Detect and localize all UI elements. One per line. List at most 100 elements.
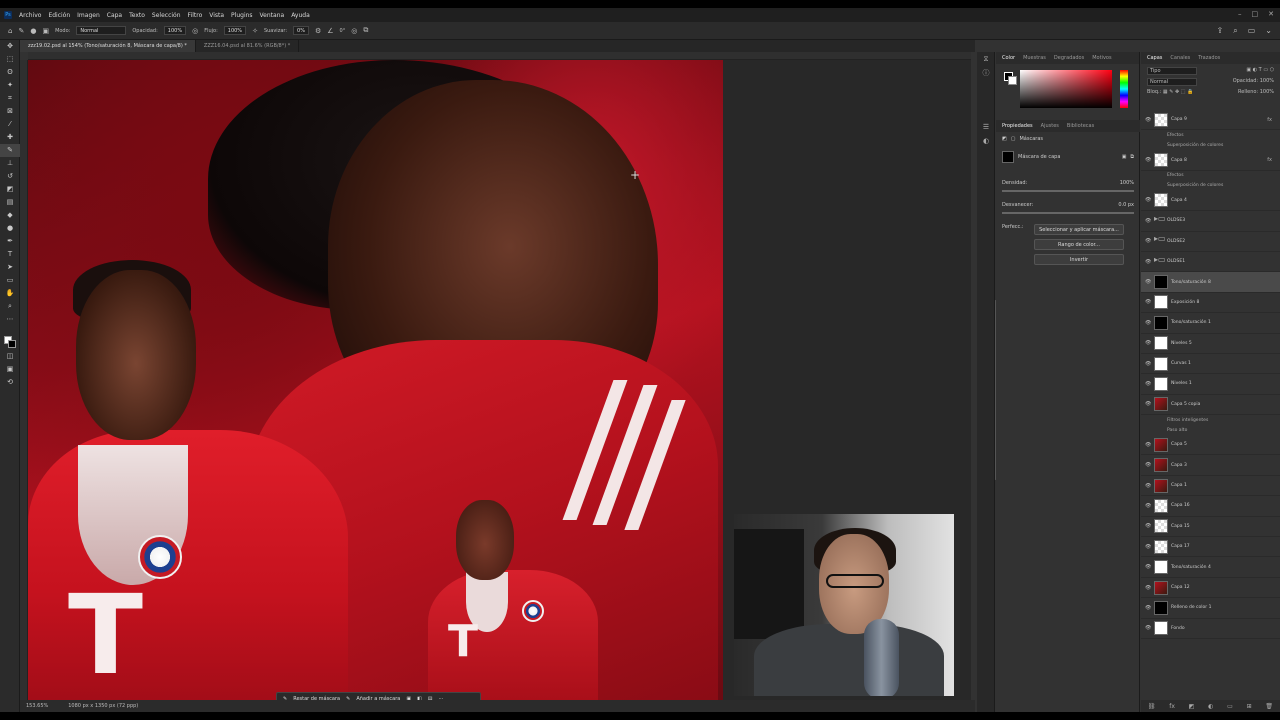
density-value[interactable]: 100% [1120,180,1134,186]
screen-mode-icon[interactable]: ▣ [0,363,20,376]
blur-tool-icon[interactable]: ◆ [0,209,20,222]
layer-thumbnail[interactable] [1154,621,1168,636]
layer-thumbnail[interactable] [1154,478,1168,493]
layer-row[interactable]: 👁 Exposición 8 [1141,293,1280,314]
quick-mask-icon[interactable]: ◫ [0,350,20,363]
visibility-eye-icon[interactable]: 👁 [1145,361,1151,367]
dodge-tool-icon[interactable]: ● [0,222,20,235]
layer-thumbnail[interactable] [1154,560,1168,575]
zoom-level[interactable]: 153.65% [26,703,48,709]
hue-slider[interactable] [1120,70,1128,108]
layer-row[interactable]: 👁 Tono/saturación 4 [1141,557,1280,578]
color-range-button[interactable]: Rango de color... [1034,239,1124,250]
quick-select-tool-icon[interactable]: ✦ [0,79,20,92]
history-panel-icon[interactable]: ⧖ [977,52,995,66]
tab-document-2[interactable]: ZZZ16.04.psd al 81.6% (RGB/8*) * [196,40,300,52]
visibility-eye-icon[interactable]: 👁 [1145,442,1151,448]
layer-row[interactable]: 👁 Capa 16 [1141,496,1280,517]
pressure-size-icon[interactable]: ◎ [351,27,357,35]
layer-style-icon[interactable]: fx [1169,703,1175,710]
visibility-eye-icon[interactable]: 👁 [1145,564,1151,570]
layer-thumbnail[interactable] [1154,437,1168,452]
flow-field[interactable]: 100% [223,26,247,35]
invert-button[interactable]: Invertir [1034,254,1124,265]
layer-row[interactable]: 👁 ▸▭ OLDSE1 [1141,252,1280,273]
visibility-eye-icon[interactable]: 👁 [1145,401,1151,407]
brush-preset-icon[interactable]: ● [30,27,36,35]
layer-thumbnail[interactable] [1154,458,1168,473]
lasso-tool-icon[interactable]: ʘ [0,66,20,79]
crop-tool-icon[interactable]: ⌗ [0,92,20,105]
layer-row[interactable]: 👁 ▸▭ OLDSE2 [1141,232,1280,252]
layer-thumbnail[interactable] [1154,600,1168,615]
layer-effect-item[interactable]: Superposición de colores [1141,181,1280,191]
select-and-mask-button[interactable]: Seleccionar y aplicar máscara... [1034,224,1124,235]
tab-document-1[interactable]: zzz19.02.psd al 154% (Tono/saturación 8,… [20,40,196,52]
tab-propiedades[interactable]: Propiedades [1002,123,1033,129]
visibility-eye-icon[interactable]: 👁 [1145,340,1151,346]
layer-row[interactable]: 👁 Fondo [1141,619,1280,639]
tab-canales[interactable]: Canales [1170,55,1190,61]
layer-thumbnail[interactable] [1154,356,1168,371]
background-color-chip[interactable] [1008,76,1017,85]
color-field[interactable] [1020,70,1112,108]
adjustments-panel-icon[interactable]: ◐ [977,134,995,148]
layer-fx-icon[interactable]: fx [1267,117,1272,123]
visibility-eye-icon[interactable]: 👁 [1145,483,1151,489]
visibility-eye-icon[interactable]: 👁 [1145,503,1151,509]
brush-settings-icon[interactable]: ▣ [42,27,49,35]
menu-vista[interactable]: Vista [209,12,224,19]
tab-degradados[interactable]: Degradados [1054,55,1084,61]
layer-row[interactable]: 👁 Curvas 1 [1141,354,1280,375]
layer-kind-filter[interactable]: Tipo [1147,67,1197,75]
layer-thumbnail[interactable] [1154,275,1168,290]
layer-row[interactable]: 👁 Capa 9 fx [1141,110,1280,131]
visibility-eye-icon[interactable]: 👁 [1145,197,1151,203]
type-tool-icon[interactable]: T [0,248,20,261]
mode-select[interactable]: Normal [76,26,127,35]
stamp-tool-icon[interactable]: ⊥ [0,157,20,170]
filter-icons[interactable]: ▣ ◐ T ▭ ⬡ [1246,67,1274,75]
smooth-field[interactable]: 0% [293,26,309,35]
visibility-eye-icon[interactable]: 👁 [1145,279,1151,285]
layer-row[interactable]: 👁 Capa 1 [1141,476,1280,497]
new-group-icon[interactable]: ▭ [1227,703,1233,710]
share-icon[interactable]: ⇪ [1217,26,1224,36]
layer-thumbnail[interactable] [1154,397,1168,412]
hand-tool-icon[interactable]: ✋ [0,287,20,300]
tab-bibliotecas[interactable]: Bibliotecas [1067,123,1094,129]
folder-icon[interactable]: ▸▭ [1154,234,1166,248]
vector-mask-icon[interactable]: ▢ [1011,136,1016,142]
layer-thumbnail[interactable] [1154,498,1168,513]
add-mask-icon[interactable]: ◩ [1189,703,1195,710]
properties-panel-icon[interactable]: ☰ [977,120,995,134]
airbrush-icon[interactable]: ✧ [252,27,258,35]
layer-thumbnail[interactable] [1154,193,1168,208]
maximize-icon[interactable]: □ [1252,10,1259,18]
layer-thumbnail[interactable] [1154,315,1168,330]
layer-row[interactable]: 👁 Relleno de color 1 [1141,598,1280,619]
layer-row[interactable]: 👁 Capa 8 fx [1141,150,1280,171]
layer-thumbnail[interactable] [1154,519,1168,534]
layer-thumbnail[interactable] [1154,336,1168,351]
tab-ajustes[interactable]: Ajustes [1041,123,1059,129]
lock-icons[interactable]: ▦ ✎ ✥ ⬚ 🔒 [1163,89,1193,95]
visibility-eye-icon[interactable]: 👁 [1145,320,1151,326]
layer-row[interactable]: 👁 Capa 5 [1141,435,1280,456]
layer-row[interactable]: 👁 Capa 4 [1141,191,1280,212]
document-canvas[interactable]: T T + [28,60,723,700]
minimize-icon[interactable]: – [1238,10,1242,18]
layer-thumbnail[interactable] [1154,112,1168,127]
folder-icon[interactable]: ▸▭ [1154,214,1166,228]
opacity-field[interactable]: 100% [163,26,187,35]
menu-texto[interactable]: Texto [129,12,145,19]
layer-effect-item[interactable]: Efectos [1141,171,1280,181]
visibility-eye-icon[interactable]: 👁 [1145,462,1151,468]
tab-color[interactable]: Color [1002,55,1015,61]
close-icon[interactable]: ✕ [1268,10,1274,18]
menu-plugins[interactable]: Plugins [231,12,253,19]
layer-thumbnail[interactable] [1154,376,1168,391]
eraser-tool-icon[interactable]: ◩ [0,183,20,196]
tab-trazados[interactable]: Trazados [1198,55,1220,61]
layer-row[interactable]: 👁 Tono/saturación 8 [1141,272,1280,293]
